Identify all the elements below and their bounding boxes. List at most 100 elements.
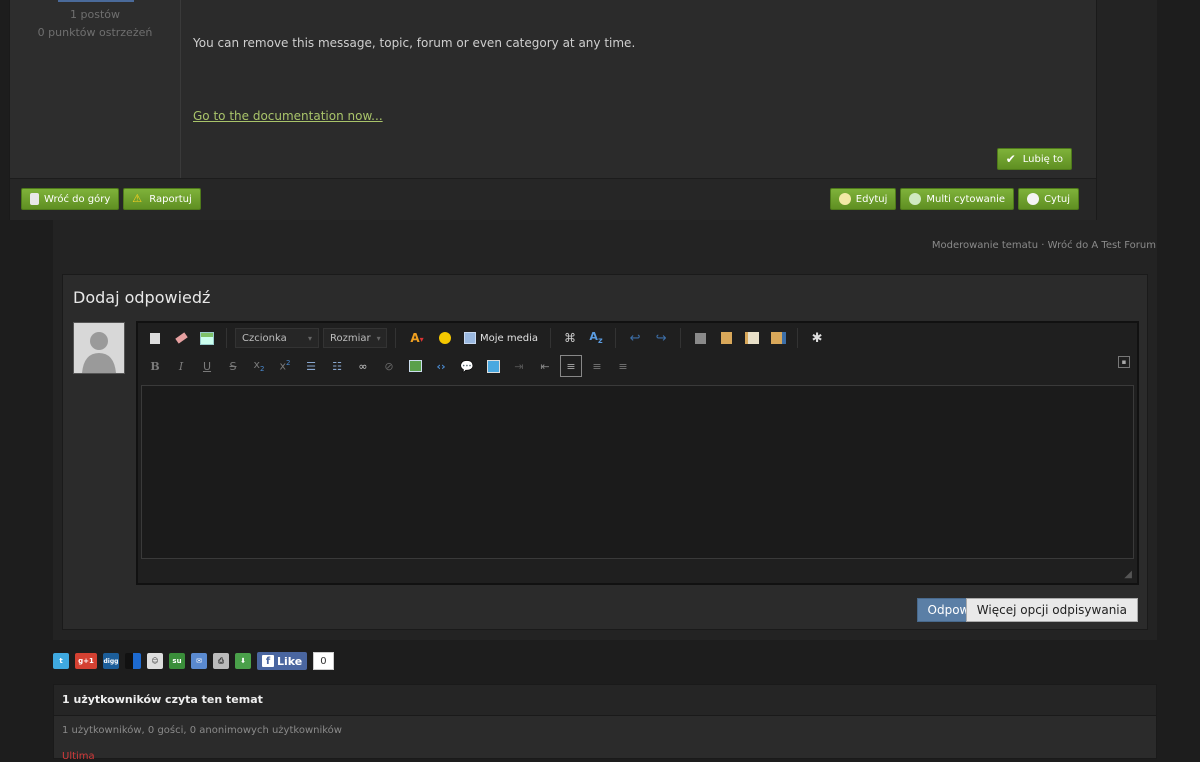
text-color-icon: A▾	[410, 331, 424, 345]
facebook-like-button[interactable]: f Like	[257, 652, 308, 670]
report-label: Raportuj	[149, 193, 192, 205]
superscript-button[interactable]: x2	[274, 355, 296, 377]
author-warning-points: 0 punktów ostrzeżeń	[37, 26, 153, 39]
copy-icon	[694, 332, 706, 344]
align-right-button[interactable]: ≡	[612, 355, 634, 377]
bullet-list-icon: ☰	[306, 359, 316, 373]
paste-icon	[720, 332, 732, 344]
settings-button[interactable]: ✱	[806, 327, 828, 349]
topic-viewers-panel: 1 użytkowników czyta ten temat 1 użytkow…	[53, 684, 1157, 762]
back-to-forum-link[interactable]: Wróć do A Test Forum	[1048, 240, 1156, 251]
reply-text-area[interactable]	[141, 385, 1134, 559]
subscript-button[interactable]: x2	[248, 355, 270, 377]
outdent-icon: ⇤	[540, 359, 550, 373]
twitter-share-icon[interactable]: t	[53, 653, 69, 669]
source-mode-button[interactable]	[144, 327, 166, 349]
emoticons-button[interactable]	[434, 327, 456, 349]
italic-button[interactable]: I	[170, 355, 192, 377]
underline-button[interactable]: U	[196, 355, 218, 377]
my-media-button[interactable]: Moje media	[460, 332, 542, 344]
checkmark-icon: ✔	[1005, 152, 1016, 166]
resize-handle-icon[interactable]: ◢	[1124, 569, 1132, 580]
report-button[interactable]: ⚠ Raportuj	[123, 188, 201, 210]
print-icon[interactable]: ⎙	[213, 653, 229, 669]
font-family-select[interactable]: Czcionka ▾	[235, 328, 319, 348]
align-center-button[interactable]: ≡	[586, 355, 608, 377]
maximize-icon[interactable]: ▪	[1118, 356, 1130, 368]
more-reply-options-button[interactable]: Więcej opcji odpisywania	[965, 598, 1138, 622]
documentation-link[interactable]: Go to the documentation now...	[193, 109, 383, 123]
image-button[interactable]	[404, 355, 426, 377]
unlink-button[interactable]: ⊘	[378, 355, 400, 377]
source-icon	[150, 332, 160, 344]
back-to-top-label: Wróć do góry	[44, 193, 111, 205]
share-bar: t g+1 digg ☺ su ✉ ⎙ ⬇ f Like 0	[53, 652, 334, 670]
code-button[interactable]: ‹›	[430, 355, 452, 377]
download-icon[interactable]: ⬇	[235, 653, 251, 669]
spellcheck-button[interactable]: Az	[585, 327, 607, 349]
paste-text-button[interactable]	[741, 327, 763, 349]
indent-button[interactable]: ⇥	[508, 355, 530, 377]
align-left-icon: ≡	[566, 359, 576, 373]
copy-button[interactable]	[689, 327, 711, 349]
indent-icon: ⇥	[514, 359, 524, 373]
bullet-list-button[interactable]: ☰	[300, 355, 322, 377]
font-size-value: Rozmiar	[330, 332, 371, 344]
delicious-share-icon[interactable]	[125, 653, 141, 669]
font-family-value: Czcionka	[242, 332, 287, 344]
quote-button[interactable]: Cytuj	[1018, 188, 1079, 210]
table-button[interactable]	[196, 327, 218, 349]
twitter-icon	[486, 359, 500, 373]
link-button[interactable]: ∞	[352, 355, 374, 377]
reply-title: Dodaj odpowiedź	[73, 288, 211, 307]
rich-text-editor: Czcionka ▾ Rozmiar ▾ A▾ Moje media ⌘ Az …	[136, 321, 1139, 585]
author-post-count: 1 postów	[70, 8, 120, 21]
paste-button[interactable]	[715, 327, 737, 349]
align-left-button[interactable]: ≡	[560, 355, 582, 377]
quote-insert-button[interactable]: 💬	[456, 355, 478, 377]
align-right-icon: ≡	[618, 359, 628, 373]
outdent-button[interactable]: ⇤	[534, 355, 556, 377]
redo-button[interactable]: ↪	[650, 327, 672, 349]
undo-button[interactable]: ↩	[624, 327, 646, 349]
reply-panel: Dodaj odpowiedź Czcionka ▾ Rozmiar ▾ A▾	[62, 274, 1148, 630]
strikethrough-button[interactable]: S	[222, 355, 244, 377]
facebook-icon: f	[262, 655, 274, 667]
paste-word-button[interactable]	[767, 327, 789, 349]
stumbleupon-share-icon[interactable]: su	[169, 653, 185, 669]
edit-button[interactable]: Edytuj	[829, 188, 897, 210]
moderate-topic-link[interactable]: Moderowanie tematu	[932, 240, 1038, 251]
email-share-icon[interactable]: ✉	[191, 653, 207, 669]
italic-icon: I	[178, 359, 184, 373]
remove-format-button[interactable]	[170, 327, 192, 349]
bold-icon: B	[150, 359, 160, 373]
bold-button[interactable]: B	[144, 355, 166, 377]
viewers-heading: 1 użytkowników czyta ten temat	[54, 685, 1156, 716]
find-button[interactable]: ⌘	[559, 327, 581, 349]
font-size-select[interactable]: Rozmiar ▾	[323, 328, 387, 348]
toolbar-separator	[680, 328, 682, 348]
smiley-icon	[439, 332, 451, 344]
post-author-column: 1 postów 0 punktów ostrzeżeń	[10, 0, 181, 178]
spellcheck-icon: Az	[589, 330, 603, 346]
numbered-list-icon: ☷	[332, 359, 342, 373]
image-icon	[408, 360, 422, 372]
back-to-top-button[interactable]: Wróć do góry	[21, 188, 120, 210]
twitter-button[interactable]	[482, 355, 504, 377]
quote-bubble-icon	[1027, 193, 1040, 205]
digg-share-icon[interactable]: digg	[103, 653, 119, 669]
digg-label: digg	[103, 657, 119, 665]
toolbar-separator	[395, 328, 396, 348]
multi-quote-button[interactable]: Multi cytowanie	[900, 188, 1015, 210]
reddit-share-icon[interactable]: ☺	[147, 653, 163, 669]
text-color-button[interactable]: A▾	[404, 327, 430, 349]
eraser-icon	[174, 332, 188, 344]
numbered-list-button[interactable]: ☷	[326, 355, 348, 377]
edit-label: Edytuj	[855, 193, 888, 205]
gplus-share-icon[interactable]: g+1	[75, 653, 97, 669]
viewer-username-link[interactable]: Ultima	[62, 751, 95, 762]
quote-label: Cytuj	[1044, 193, 1070, 205]
like-button[interactable]: ✔ Lubię to	[996, 148, 1072, 170]
edit-bubble-icon	[838, 193, 851, 205]
underline-icon: U	[202, 359, 212, 373]
